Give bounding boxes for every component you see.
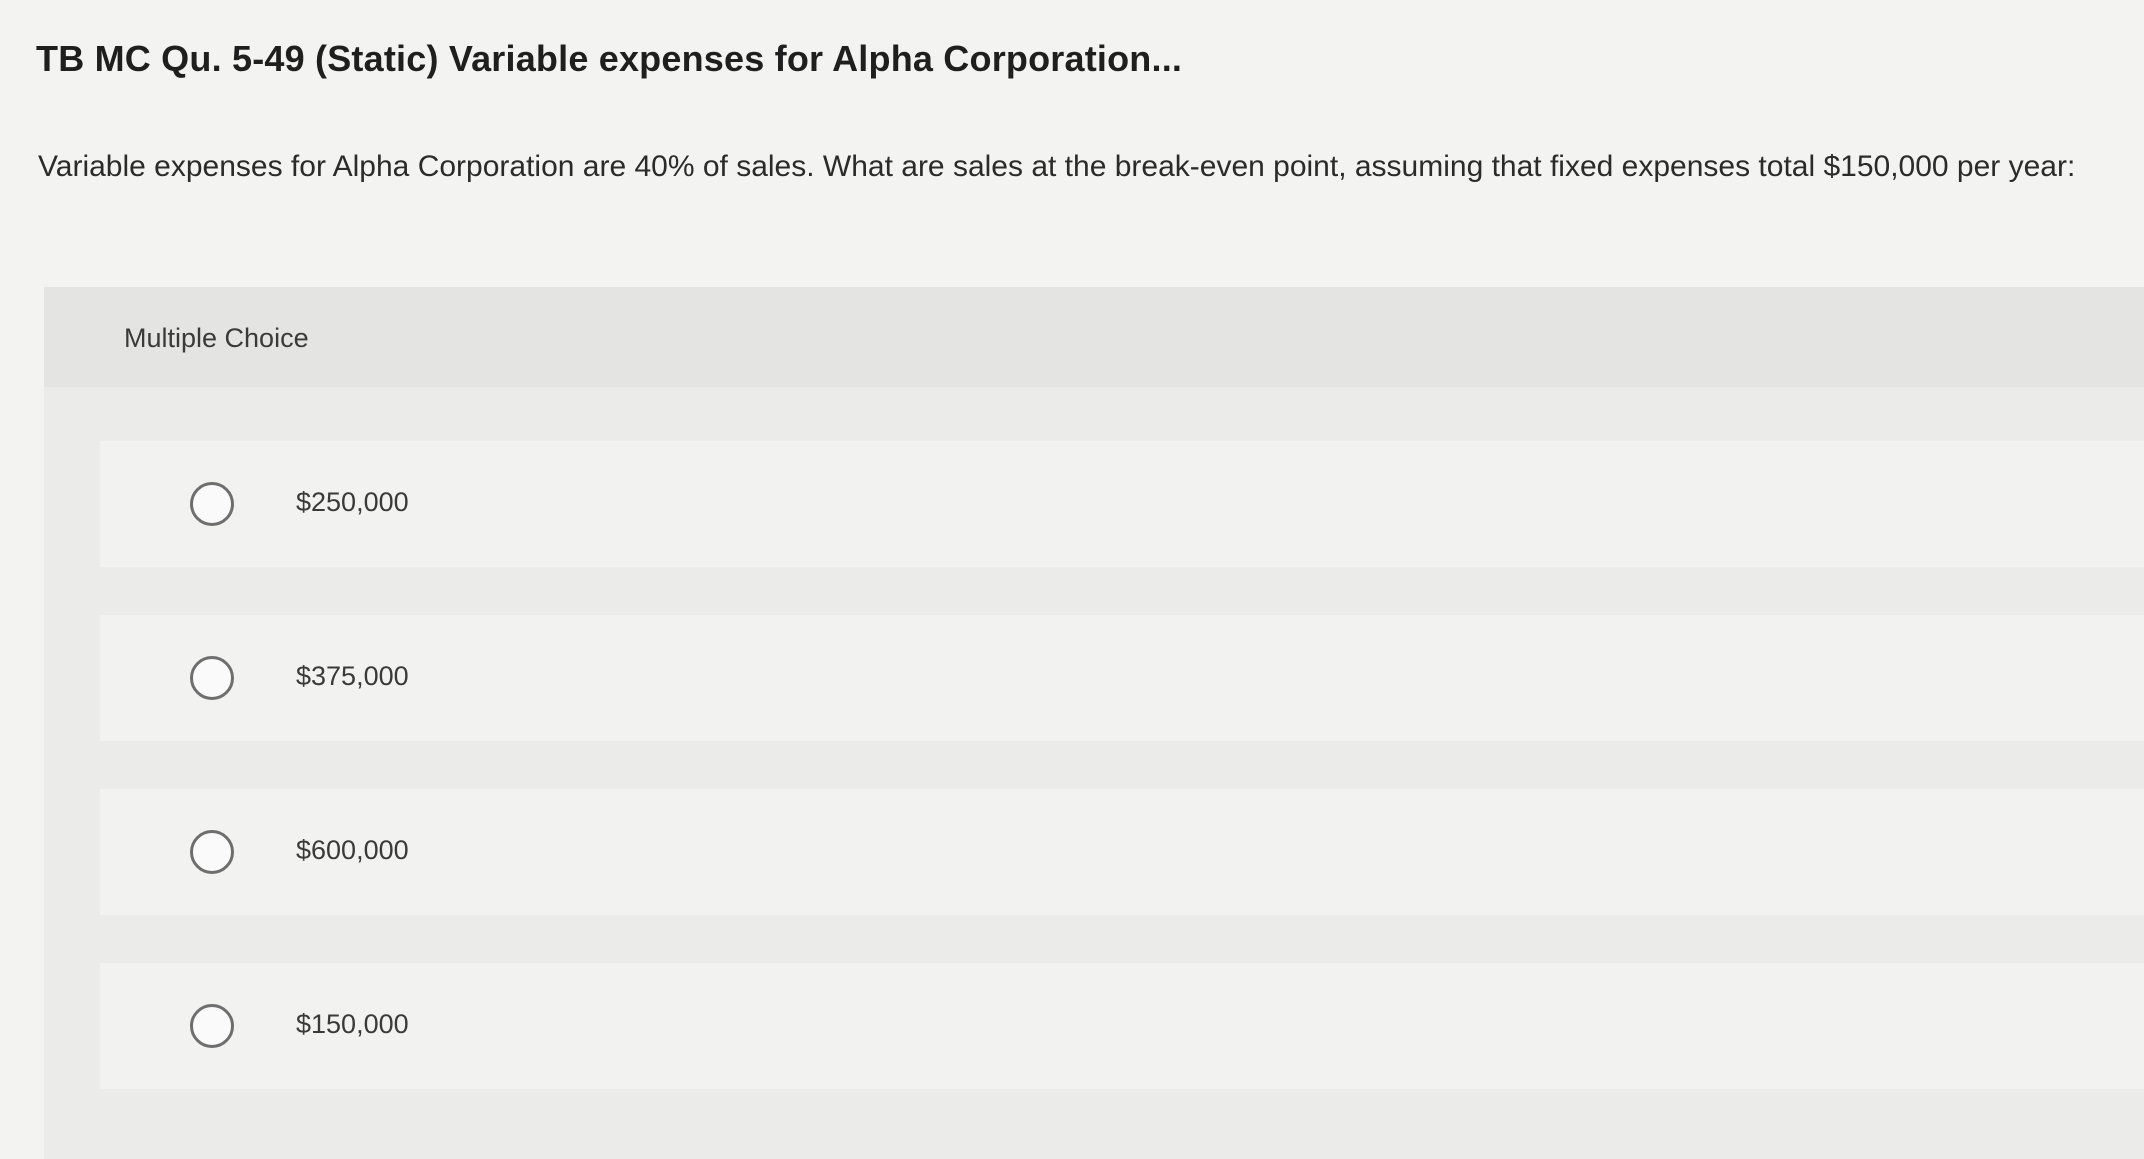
answer-option-label: $600,000	[296, 835, 409, 865]
radio-unselected-icon[interactable]	[190, 656, 234, 700]
question-text: Variable expenses for Alpha Corporation …	[38, 150, 2076, 183]
answer-option-3[interactable]: $600,000	[100, 789, 2144, 915]
radio-unselected-icon[interactable]	[190, 830, 234, 874]
answer-option-label: $150,000	[296, 1009, 409, 1039]
answer-option-label: $375,000	[296, 661, 409, 691]
answer-option-4[interactable]: $150,000	[100, 963, 2144, 1089]
multiple-choice-panel: Multiple Choice $250,000 $375,000 $600,0…	[44, 287, 2144, 1159]
question-title: TB MC Qu. 5-49 (Static) Variable expense…	[36, 38, 1183, 79]
multiple-choice-label: Multiple Choice	[124, 323, 309, 353]
answer-option-1[interactable]: $250,000	[100, 441, 2144, 567]
multiple-choice-header: Multiple Choice	[44, 287, 2144, 387]
radio-unselected-icon[interactable]	[190, 482, 234, 526]
answer-option-2[interactable]: $375,000	[100, 615, 2144, 741]
answer-option-label: $250,000	[296, 487, 409, 517]
radio-unselected-icon[interactable]	[190, 1004, 234, 1048]
